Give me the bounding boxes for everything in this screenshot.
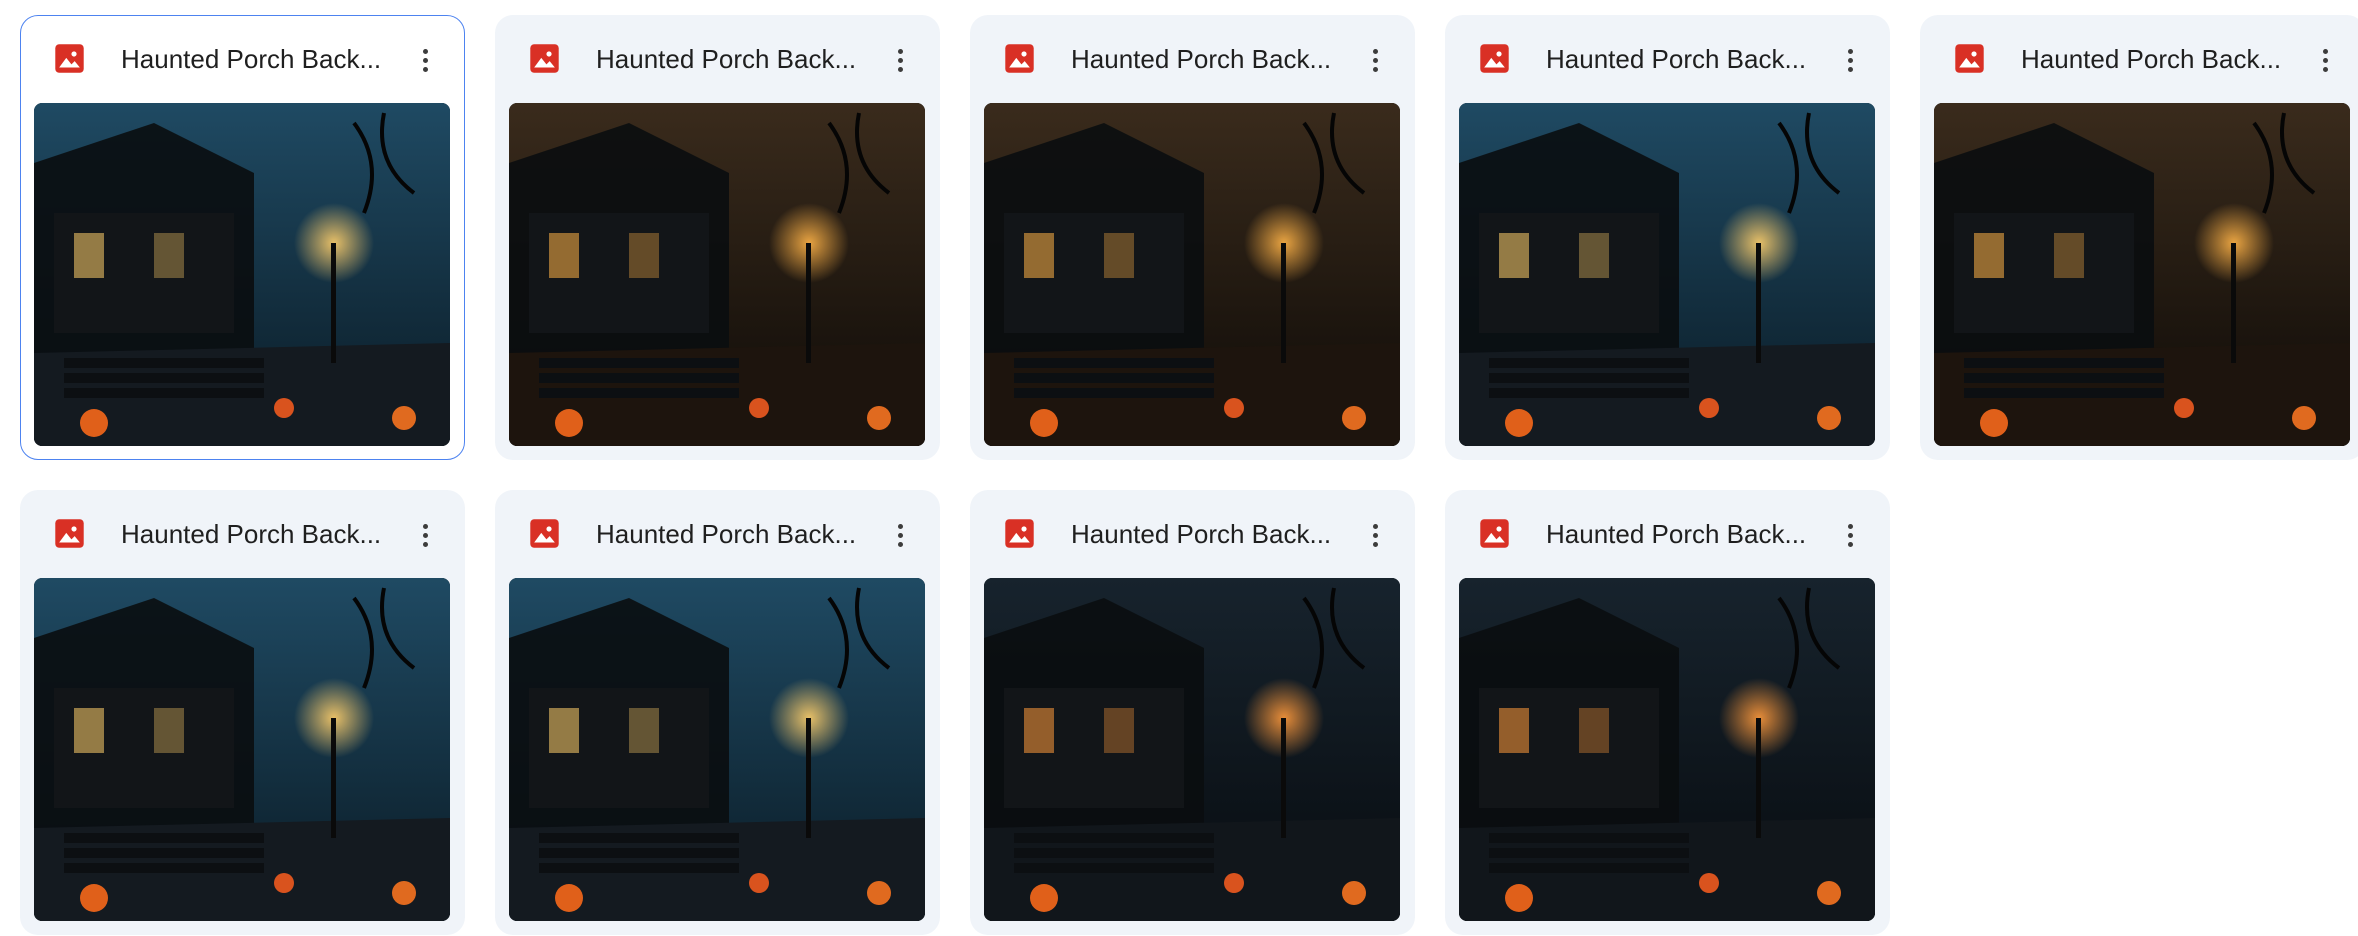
file-card[interactable]: Haunted Porch Back... xyxy=(495,15,940,460)
thumbnail-image xyxy=(34,578,450,921)
image-file-icon xyxy=(54,43,85,74)
file-card-header: Haunted Porch Back... xyxy=(1446,16,1889,102)
file-grid: Haunted Porch Back... Haunted Porch Back… xyxy=(20,15,2358,935)
image-file-icon xyxy=(1004,518,1035,549)
file-title: Haunted Porch Back... xyxy=(1071,44,1332,74)
thumbnail-image xyxy=(984,103,1400,446)
more-options-button[interactable] xyxy=(405,40,445,80)
file-title: Haunted Porch Back... xyxy=(121,519,382,549)
thumbnail-image xyxy=(1934,103,2350,446)
file-thumbnail[interactable] xyxy=(1459,578,1875,921)
file-thumbnail[interactable] xyxy=(509,578,925,921)
file-card-header: Haunted Porch Back... xyxy=(496,491,939,577)
more-options-button[interactable] xyxy=(1830,515,1870,555)
file-card[interactable]: Haunted Porch Back... xyxy=(1920,15,2358,460)
file-title: Haunted Porch Back... xyxy=(596,44,857,74)
image-file-icon xyxy=(54,518,85,549)
file-title: Haunted Porch Back... xyxy=(1546,44,1807,74)
file-card-header: Haunted Porch Back... xyxy=(971,16,1414,102)
file-title: Haunted Porch Back... xyxy=(1546,519,1807,549)
more-options-button[interactable] xyxy=(405,515,445,555)
image-file-icon xyxy=(529,43,560,74)
file-card[interactable]: Haunted Porch Back... xyxy=(495,490,940,935)
more-options-button[interactable] xyxy=(1830,40,1870,80)
more-options-button[interactable] xyxy=(1355,515,1395,555)
file-card-header: Haunted Porch Back... xyxy=(1446,491,1889,577)
file-card-header: Haunted Porch Back... xyxy=(21,491,464,577)
image-file-icon xyxy=(1954,43,1985,74)
thumbnail-image xyxy=(984,578,1400,921)
file-card[interactable]: Haunted Porch Back... xyxy=(20,490,465,935)
file-title: Haunted Porch Back... xyxy=(1071,519,1332,549)
image-file-icon xyxy=(529,518,560,549)
more-options-button[interactable] xyxy=(880,515,920,555)
more-options-button[interactable] xyxy=(1355,40,1395,80)
file-card[interactable]: Haunted Porch Back... xyxy=(20,15,465,460)
file-card[interactable]: Haunted Porch Back... xyxy=(1445,490,1890,935)
thumbnail-image xyxy=(509,578,925,921)
more-options-button[interactable] xyxy=(880,40,920,80)
file-card[interactable]: Haunted Porch Back... xyxy=(970,490,1415,935)
file-thumbnail[interactable] xyxy=(1459,103,1875,446)
file-card-header: Haunted Porch Back... xyxy=(496,16,939,102)
file-thumbnail[interactable] xyxy=(984,578,1400,921)
thumbnail-image xyxy=(34,103,450,446)
thumbnail-image xyxy=(1459,578,1875,921)
image-file-icon xyxy=(1479,518,1510,549)
thumbnail-image xyxy=(509,103,925,446)
file-title: Haunted Porch Back... xyxy=(121,44,382,74)
file-thumbnail[interactable] xyxy=(984,103,1400,446)
file-card-header: Haunted Porch Back... xyxy=(971,491,1414,577)
file-thumbnail[interactable] xyxy=(1934,103,2350,446)
file-thumbnail[interactable] xyxy=(34,578,450,921)
file-card[interactable]: Haunted Porch Back... xyxy=(1445,15,1890,460)
file-card-header: Haunted Porch Back... xyxy=(21,16,464,102)
thumbnail-image xyxy=(1459,103,1875,446)
file-card-header: Haunted Porch Back... xyxy=(1921,16,2358,102)
file-title: Haunted Porch Back... xyxy=(596,519,857,549)
file-card[interactable]: Haunted Porch Back... xyxy=(970,15,1415,460)
image-file-icon xyxy=(1004,43,1035,74)
more-options-button[interactable] xyxy=(2305,40,2345,80)
file-thumbnail[interactable] xyxy=(34,103,450,446)
file-title: Haunted Porch Back... xyxy=(2021,44,2282,74)
file-thumbnail[interactable] xyxy=(509,103,925,446)
image-file-icon xyxy=(1479,43,1510,74)
